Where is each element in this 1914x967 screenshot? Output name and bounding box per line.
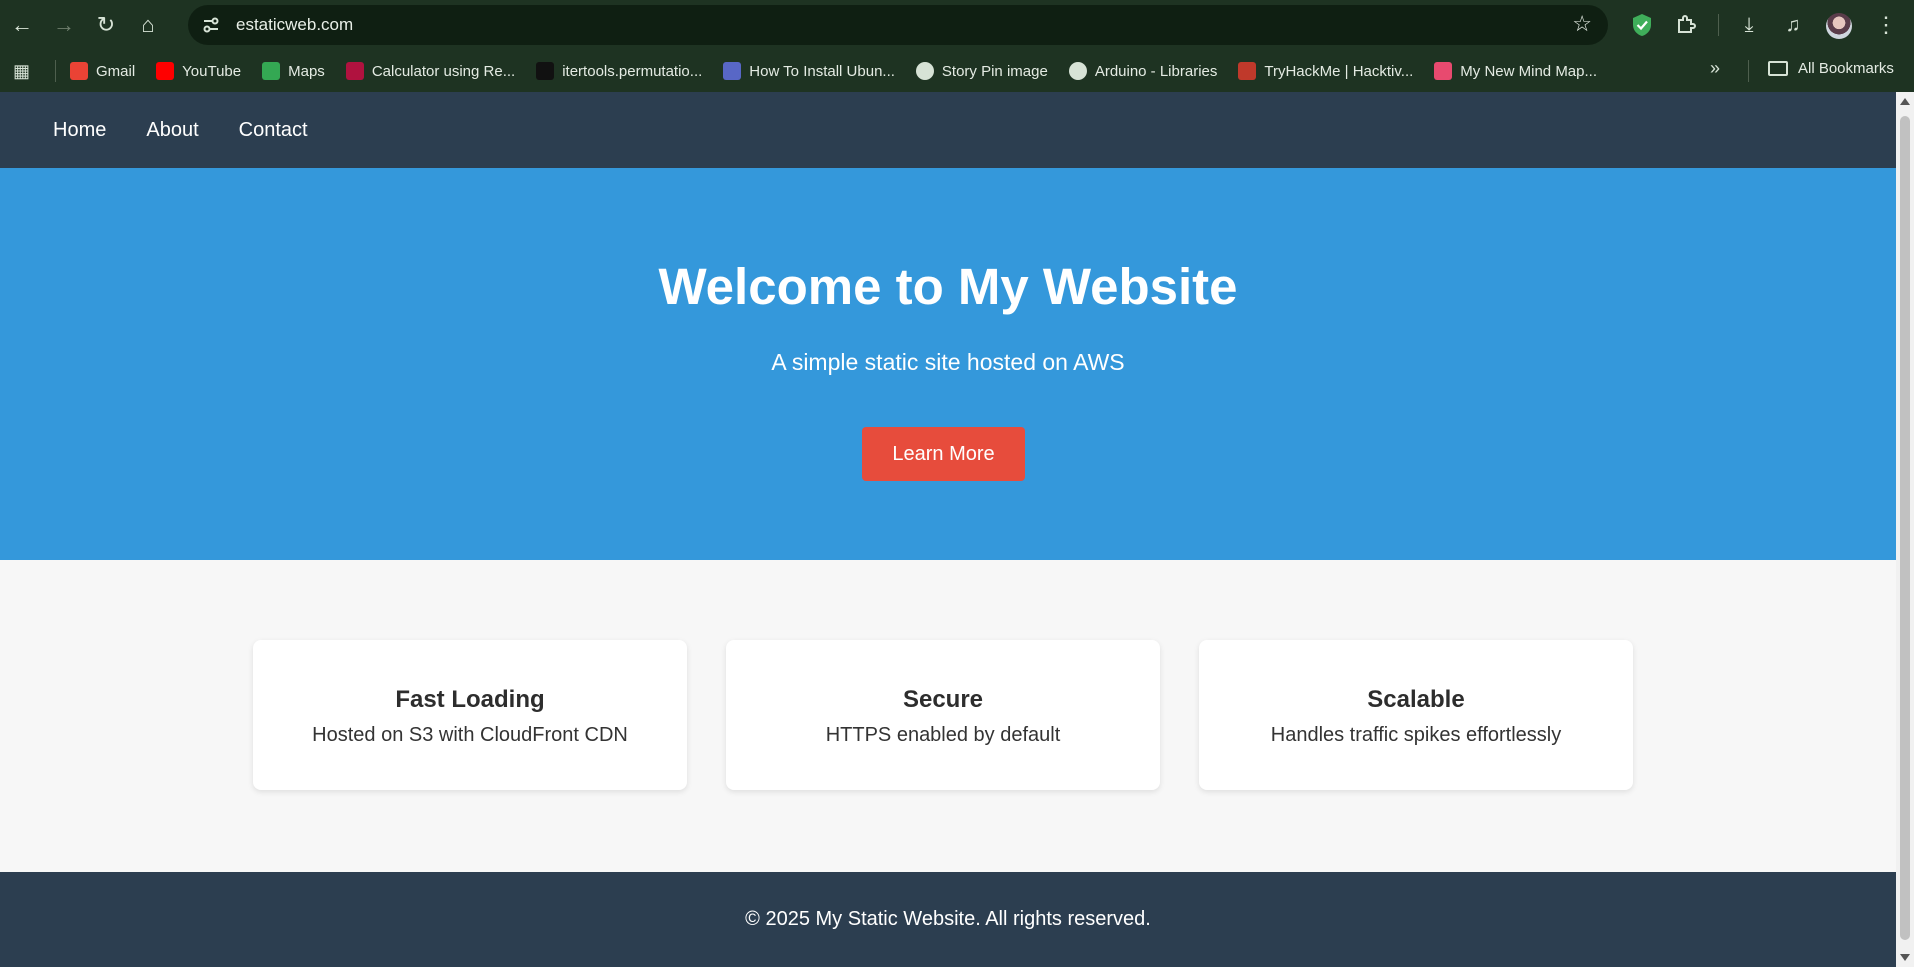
bookmark-item[interactable]: How To Install Ubun... [723,62,895,80]
hero-section: Welcome to My Website A simple static si… [0,168,1896,560]
ubuntu-icon [723,62,742,80]
bookmark-label: Gmail [96,62,136,80]
bookmark-item[interactable]: YouTube [156,62,241,80]
home-icon[interactable]: ⌂ [128,5,168,45]
bookmark-item[interactable]: Story Pin image [915,62,1048,80]
nav-link-contact[interactable]: Contact [239,119,308,142]
bookmark-label: My New Mind Map... [1460,62,1597,80]
extensions-puzzle-icon[interactable] [1666,5,1706,45]
url-text[interactable]: estaticweb.com [236,15,353,35]
features-section: Fast Loading Hosted on S3 with CloudFron… [0,560,1896,864]
scroll-up-arrow-icon[interactable] [1900,98,1910,105]
address-bar[interactable]: estaticweb.com ☆ [188,5,1608,45]
maps-icon [262,62,281,80]
hackerrank-icon [536,62,555,80]
apps-grid-icon[interactable]: ▦ [13,61,37,82]
feature-description: HTTPS enabled by default [825,724,1061,746]
bookmark-label: Story Pin image [941,62,1048,80]
globe-icon [1068,62,1087,80]
feature-card-fast-loading: Fast Loading Hosted on S3 with CloudFron… [253,640,687,790]
more-bookmarks-chevron-icon[interactable]: » [1710,58,1720,79]
page-viewport: Home About Contact Welcome to My Website… [0,92,1896,967]
nav-link-about[interactable]: About [146,119,198,142]
feature-card-secure: Secure HTTPS enabled by default [726,640,1160,790]
bookmark-item[interactable]: My New Mind Map... [1434,62,1597,80]
bookmark-label: itertools.permutatio... [562,62,703,80]
globe-icon [915,62,934,80]
profile-avatar[interactable] [1826,13,1852,39]
shield-extension-icon[interactable] [1622,5,1662,45]
bookmark-label: YouTube [182,62,242,80]
bookmark-item[interactable]: Calculator using Re... [345,62,516,80]
hero-subtitle: A simple static site hosted on AWS [771,349,1125,375]
feature-description: Handles traffic spikes effortlessly [1270,724,1562,746]
bookmark-star-icon[interactable]: ☆ [1572,11,1592,37]
forward-arrow-icon[interactable]: → [44,5,84,45]
bookmarks-divider [1748,60,1749,82]
site-navbar: Home About Contact [0,92,1896,168]
scrollbar-thumb[interactable] [1900,116,1910,940]
bookmark-label: Calculator using Re... [371,62,516,80]
tryhackme-icon [1238,62,1257,80]
browser-toolbar: ← → ↻ ⌂ estaticweb.com ☆ ⤓ ♫ ⋮ [0,0,1914,50]
feature-title: Fast Loading [395,686,545,713]
bookmark-item[interactable]: Maps [262,62,325,80]
gmail-icon [70,62,88,80]
bookmarks-divider [55,60,56,82]
scroll-down-arrow-icon[interactable] [1900,954,1910,961]
all-bookmarks-button[interactable]: All Bookmarks [1768,60,1894,77]
bookmark-label: Arduino - Libraries [1094,62,1218,80]
bookmark-item[interactable]: Gmail [70,62,135,80]
feature-description: Hosted on S3 with CloudFront CDN [312,724,628,746]
bookmark-item[interactable]: Arduino - Libraries [1068,62,1218,80]
reload-icon[interactable]: ↻ [86,5,126,45]
youtube-icon [156,62,175,80]
media-controls-icon[interactable]: ♫ [1773,5,1813,45]
kebab-menu-icon[interactable]: ⋮ [1866,5,1906,45]
hero-title: Welcome to My Website [658,258,1238,315]
feature-card-scalable: Scalable Handles traffic spikes effortle… [1199,640,1633,790]
page-scrollbar[interactable] [1896,92,1914,967]
learn-more-button[interactable]: Learn More [862,427,1025,481]
bookmark-label: Maps [288,62,325,80]
bookmark-item[interactable]: TryHackMe | Hacktiv... [1238,62,1413,80]
site-settings-icon[interactable] [194,8,228,42]
bookmarks-bar: ▦ Gmail YouTube Maps Calculator using Re...… [0,50,1914,92]
toolbar-divider [1718,14,1719,36]
footer-copyright: © 2025 My Static Website. All rights res… [745,908,1151,930]
feature-title: Scalable [1367,686,1465,713]
back-arrow-icon[interactable]: ← [2,5,42,45]
site-footer: © 2025 My Static Website. All rights res… [0,872,1896,967]
mindmap-icon [1434,62,1453,80]
all-bookmarks-label: All Bookmarks [1798,60,1894,77]
nav-link-home[interactable]: Home [53,119,106,142]
sf-icon [345,62,364,80]
bookmark-item[interactable]: itertools.permutatio... [536,62,702,80]
bookmark-label: TryHackMe | Hacktiv... [1264,62,1414,80]
feature-title: Secure [902,686,984,713]
folder-icon [1768,61,1788,76]
download-icon[interactable]: ⤓ [1729,5,1769,45]
bookmark-label: How To Install Ubun... [749,62,895,80]
